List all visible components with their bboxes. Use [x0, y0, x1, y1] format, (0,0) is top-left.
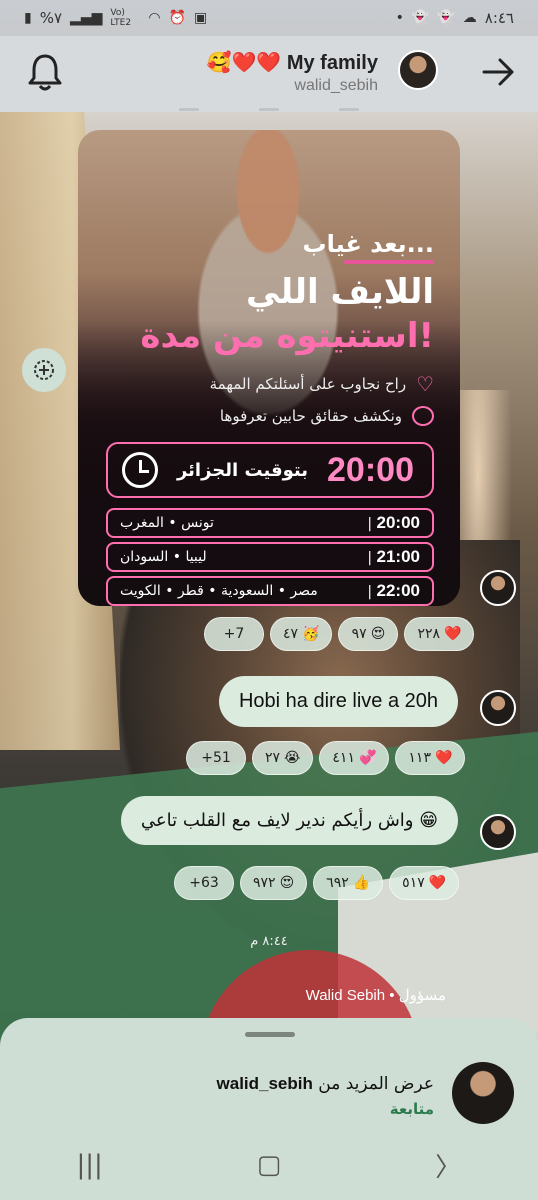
chat-message[interactable]: واش رأيكم ندير لايف مع القلب تاعي 😁 — [120, 796, 458, 845]
status-right: • 👻 👻 ☁ ٨:٤٦ — [396, 9, 514, 27]
status-left: ▮ %٧ ▂▄▆ Vo) LTE2 ◠ ⏰ ▣ — [24, 8, 207, 28]
poster-bullet-2-text: ونكشف حقائق حابين تعرفوها — [219, 407, 402, 425]
heart-outline-icon: ♡ — [416, 372, 434, 396]
reaction-heart-eyes[interactable]: ٩٧٢ 😍 — [240, 866, 308, 900]
group-name: 🥰❤️❤️ My family — [207, 50, 378, 75]
sheet-title: walid_sebih عرض المزيد من — [217, 1074, 434, 1094]
reactions-row: +63 ٩٧٢ 😍 ٦٩٢ 👍 ٥١٧ ❤️ — [174, 866, 460, 900]
network-type: Vo) LTE2 — [110, 8, 132, 28]
snapchat-icon: 👻 — [411, 10, 430, 26]
drag-handle[interactable] — [245, 1032, 295, 1037]
reaction-more[interactable]: +7 — [204, 617, 264, 651]
sender-avatar[interactable] — [480, 690, 516, 726]
sender-avatar[interactable] — [480, 570, 516, 606]
profile-avatar[interactable] — [452, 1062, 514, 1124]
group-avatar[interactable] — [398, 50, 438, 90]
plus-circle-icon — [34, 360, 54, 380]
reaction-more[interactable]: +51 — [186, 741, 246, 775]
cloud-icon: ☁ — [462, 10, 477, 26]
poster-intro: بعد غياب... — [303, 230, 434, 264]
back-icon[interactable]: 〉 — [428, 1147, 468, 1184]
poster-main-zone: بتوقيت الجزائر — [176, 459, 309, 481]
battery-level: %٧ — [39, 9, 63, 27]
poster-bullet-1-text: راح نجاوب على أسئلتكم المهمة — [209, 375, 407, 393]
group-title[interactable]: 🥰❤️❤️ My family walid_sebih — [207, 50, 378, 95]
poster-main-time: بتوقيت الجزائر 20:00 — [106, 442, 434, 498]
sender-admin-label: Walid Sebih • مسؤول — [305, 987, 446, 1004]
speech-bubble-icon — [412, 406, 434, 426]
poster-headline-1: اللايف اللي — [245, 272, 434, 312]
poster-bullet-1: راح نجاوب على أسئلتكم المهمة ♡ — [210, 372, 434, 396]
download-icon: ▣ — [194, 10, 208, 26]
bell-icon[interactable] — [28, 52, 62, 92]
reaction-hearts[interactable]: ٤١١ 💞 — [319, 741, 390, 775]
battery-icon: ▮ — [24, 10, 32, 26]
clock-time: ٨:٤٦ — [484, 9, 514, 27]
message-timestamp: ٨:٤٤ م — [250, 934, 288, 949]
dot-icon: • — [395, 10, 404, 26]
clock-icon — [122, 452, 158, 488]
poster-headline-2: استنيتوه من مدة! — [140, 316, 434, 356]
wifi-icon: ◠ — [148, 10, 161, 26]
reaction-crying[interactable]: ٢٧ 😭 — [252, 741, 314, 775]
signal-icon: ▂▄▆ — [70, 10, 103, 26]
poster-row-time: | 20:00 — [367, 513, 420, 532]
sender-avatar[interactable] — [480, 814, 516, 850]
group-name-text: My family — [286, 52, 378, 74]
android-nav-bar: ||| ▢ 〉 — [0, 1130, 538, 1200]
poster-row-places: مصر • السعودية • قطر • الكويت — [120, 583, 318, 599]
sheet-title-user: walid_sebih — [216, 1074, 313, 1093]
poster-bullet-2: ونكشف حقائق حابين تعرفوها — [220, 406, 434, 426]
home-icon[interactable]: ▢ — [249, 1150, 289, 1180]
chat-message[interactable]: Hobi ha dire live a 20h — [218, 676, 458, 727]
reaction-more[interactable]: +63 — [174, 866, 234, 900]
follow-button[interactable]: متابعة — [390, 1100, 434, 1118]
arrow-right-icon[interactable] — [480, 54, 516, 90]
poster-row-time: | 22:00 — [367, 581, 420, 600]
poster-row-places: تونس • المغرب — [120, 515, 214, 531]
poster-time-row: ليبيا • السودان | 21:00 — [106, 542, 434, 572]
add-reaction-button[interactable] — [22, 348, 66, 392]
reaction-thumbs-up[interactable]: ٦٩٢ 👍 — [313, 866, 384, 900]
reactions-row: +51 ٢٧ 😭 ٤١١ 💞 ١١٣ ❤️ — [186, 741, 466, 775]
recent-apps-icon[interactable]: ||| — [70, 1150, 110, 1180]
poster-time-row: مصر • السعودية • قطر • الكويت | 22:00 — [106, 576, 434, 606]
chat-header: 🥰❤️❤️ My family walid_sebih — [0, 36, 538, 112]
header-indicator — [0, 108, 538, 114]
alarm-icon: ⏰ — [168, 10, 187, 26]
reaction-heart-eyes[interactable]: ٩٧ 😍 — [338, 617, 399, 651]
group-owner: walid_sebih — [294, 77, 378, 94]
group-emojis: 🥰❤️❤️ — [206, 52, 282, 74]
reactions-row: +7 ٤٧ 🥳 ٩٧ 😍 ٢٢٨ ❤️ — [204, 617, 475, 651]
sheet-title-prefix: عرض المزيد من — [318, 1074, 434, 1094]
poster-time-row: تونس • المغرب | 20:00 — [106, 508, 434, 538]
poster-row-places: ليبيا • السودان — [120, 549, 207, 565]
poster-main-time-value: 20:00 — [327, 450, 414, 489]
status-bar: ▮ %٧ ▂▄▆ Vo) LTE2 ◠ ⏰ ▣ • 👻 👻 ☁ ٨:٤٦ — [0, 0, 538, 36]
poster-row-time: | 21:00 — [367, 547, 420, 566]
reaction-heart[interactable]: ٥١٧ ❤️ — [389, 866, 460, 900]
reaction-heart[interactable]: ٢٢٨ ❤️ — [404, 617, 475, 651]
reaction-party[interactable]: ٤٧ 🥳 — [270, 617, 333, 651]
live-announcement-poster[interactable]: بعد غياب... اللايف اللي استنيتوه من مدة!… — [78, 130, 460, 606]
reaction-heart[interactable]: ١١٣ ❤️ — [395, 741, 466, 775]
snapchat-icon-2: 👻 — [437, 10, 455, 26]
